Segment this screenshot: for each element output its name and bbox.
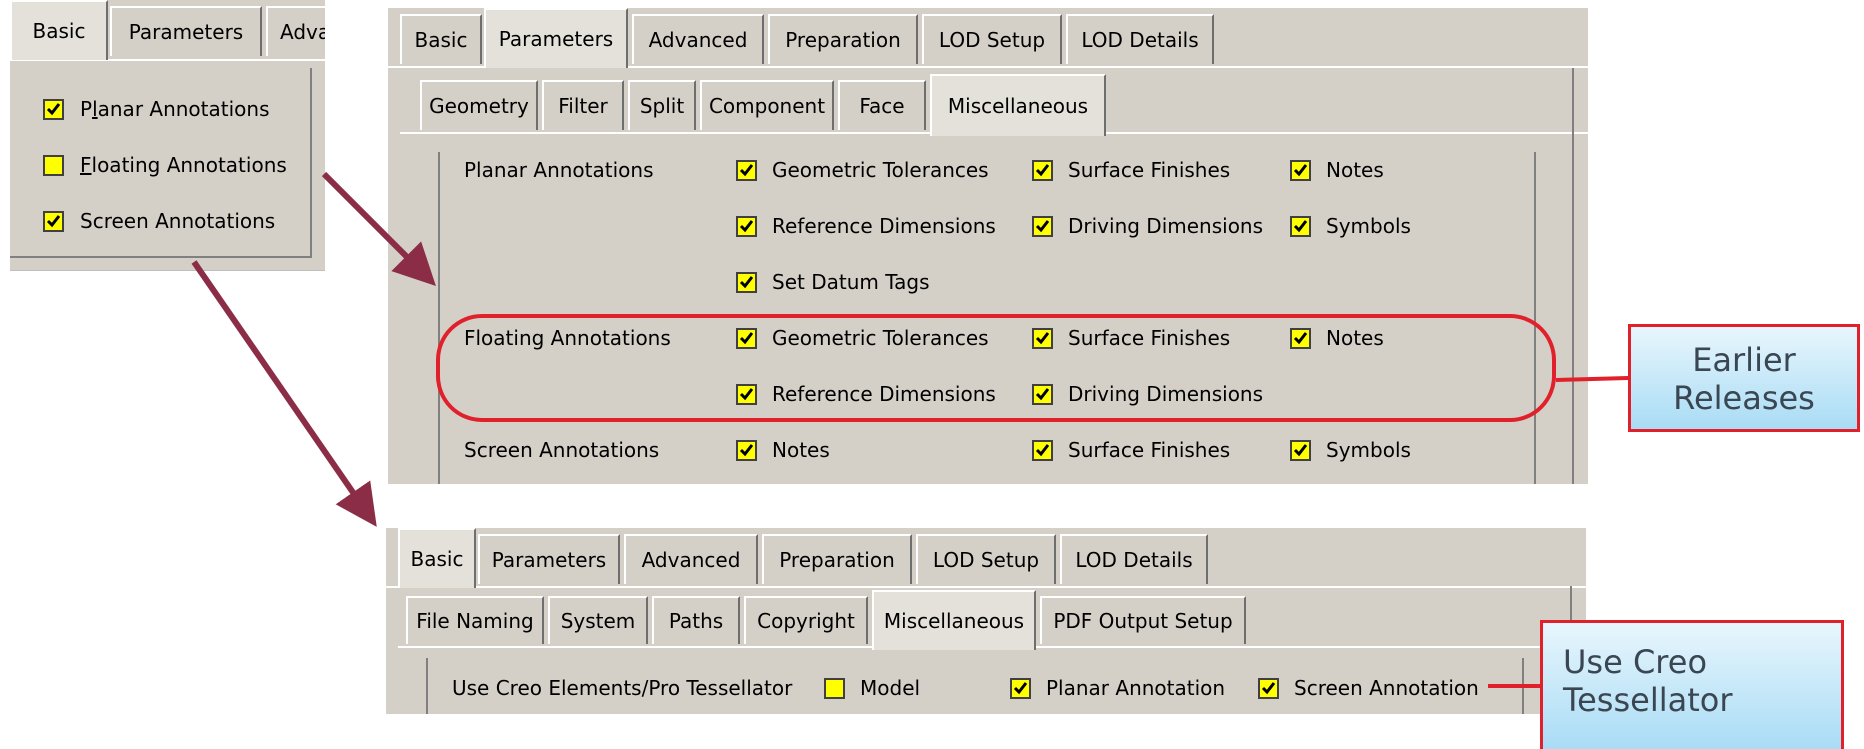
subtab-filter[interactable]: Filter <box>542 80 624 130</box>
model-checkbox[interactable] <box>824 678 845 699</box>
screen-notes-checkbox[interactable] <box>736 440 757 461</box>
check-icon <box>1035 164 1050 177</box>
planar-annotation-checkbox[interactable] <box>1010 678 1031 699</box>
check-icon <box>1293 220 1308 233</box>
screen-surface-finishes-checkbox[interactable] <box>1032 440 1053 461</box>
screen-annotations-label: Screen Annotations <box>80 209 276 233</box>
screen-annotation-checkbox[interactable] <box>1258 678 1279 699</box>
check-icon <box>739 164 754 177</box>
tab-lod-setup[interactable]: LOD Setup <box>922 14 1062 64</box>
planar-annotation-label: Planar Annotation <box>1046 676 1226 700</box>
planar-reference-dimensions-label: Reference Dimensions <box>772 214 996 238</box>
planar-reference-dimensions-checkbox[interactable] <box>736 216 757 237</box>
subtab-paths[interactable]: Paths <box>652 596 740 644</box>
check-icon <box>1013 682 1028 695</box>
subtab-pdf-output-setup[interactable]: PDF Output Setup <box>1040 596 1246 644</box>
planar-annotations-checkbox[interactable] <box>43 99 64 120</box>
planar-surface-finishes-label: Surface Finishes <box>1068 158 1231 182</box>
tab-lod-setup[interactable]: LOD Setup <box>916 534 1056 584</box>
tab-lod-details[interactable]: LOD Details <box>1060 534 1208 584</box>
tab-lod-details[interactable]: LOD Details <box>1066 14 1214 64</box>
check-icon <box>1035 444 1050 457</box>
check-icon <box>46 215 61 228</box>
subtab-copyright[interactable]: Copyright <box>744 596 868 644</box>
floating-row-highlight <box>436 314 1556 422</box>
check-icon <box>739 444 754 457</box>
screen-surface-finishes-label: Surface Finishes <box>1068 438 1231 462</box>
floating-annotations-label: Floating Annotations <box>80 153 287 177</box>
subtab-face[interactable]: Face <box>838 80 926 130</box>
planar-set-datum-tags-checkbox[interactable] <box>736 272 757 293</box>
planar-driving-dimensions-checkbox[interactable] <box>1032 216 1053 237</box>
planar-annotations-label: Planar Annotations <box>464 158 654 182</box>
check-icon <box>46 103 61 116</box>
check-icon <box>739 220 754 233</box>
planar-geometric-tolerances-label: Geometric Tolerances <box>772 158 989 182</box>
screen-annotation-label: Screen Annotation <box>1294 676 1479 700</box>
subtab-system[interactable]: System <box>548 596 648 644</box>
use-tessellator-label: Use Creo Elements/Pro Tessellator <box>452 676 793 700</box>
screen-annotations-checkbox[interactable] <box>43 211 64 232</box>
current-release-panel: Basic Parameters Advanced Preparation LO… <box>386 528 1586 714</box>
tab-basic[interactable]: Basic <box>398 528 476 588</box>
subtab-split[interactable]: Split <box>628 80 696 130</box>
tab-advanced-partial[interactable]: Adva <box>266 6 325 56</box>
check-icon <box>1293 164 1308 177</box>
subtab-miscellaneous[interactable]: Miscellaneous <box>930 74 1106 136</box>
tab-parameters[interactable]: Parameters <box>110 6 262 56</box>
screen-notes-label: Notes <box>772 438 830 462</box>
tab-basic[interactable]: Basic <box>400 14 482 64</box>
floating-annotations-checkbox[interactable] <box>43 155 64 176</box>
planar-symbols-checkbox[interactable] <box>1290 216 1311 237</box>
screen-symbols-label: Symbols <box>1326 438 1411 462</box>
tab-advanced[interactable]: Advanced <box>624 534 758 584</box>
tab-parameters[interactable]: Parameters <box>478 534 620 584</box>
tab-advanced[interactable]: Advanced <box>632 14 764 64</box>
subtab-geometry[interactable]: Geometry <box>420 80 538 130</box>
planar-symbols-label: Symbols <box>1326 214 1411 238</box>
planar-surface-finishes-checkbox[interactable] <box>1032 160 1053 181</box>
check-icon <box>739 276 754 289</box>
check-icon <box>1261 682 1276 695</box>
tab-parameters[interactable]: Parameters <box>484 8 628 68</box>
arrow-to-current-panel <box>191 260 377 527</box>
subtab-miscellaneous[interactable]: Miscellaneous <box>872 590 1036 650</box>
planar-annotations-label: Planar Annotations <box>80 97 270 121</box>
screen-symbols-checkbox[interactable] <box>1290 440 1311 461</box>
tab-basic[interactable]: Basic <box>10 0 108 60</box>
check-icon <box>1035 220 1050 233</box>
use-creo-tessellator-callout: Use Creo Tessellator <box>1540 620 1844 749</box>
planar-driving-dimensions-label: Driving Dimensions <box>1068 214 1264 238</box>
check-icon <box>1293 444 1308 457</box>
subtab-component[interactable]: Component <box>700 80 834 130</box>
planar-geometric-tolerances-checkbox[interactable] <box>736 160 757 181</box>
earlier-releases-callout: Earlier Releases <box>1628 324 1860 432</box>
tab-preparation[interactable]: Preparation <box>768 14 918 64</box>
tab-preparation[interactable]: Preparation <box>762 534 912 584</box>
planar-notes-checkbox[interactable] <box>1290 160 1311 181</box>
model-label: Model <box>860 676 921 700</box>
small-settings-panel: Basic Parameters Adva Planar Annotations… <box>10 0 325 271</box>
planar-set-datum-tags-label: Set Datum Tags <box>772 270 930 294</box>
planar-notes-label: Notes <box>1326 158 1384 182</box>
subtab-file-naming[interactable]: File Naming <box>406 596 544 644</box>
screen-annotations-label: Screen Annotations <box>464 438 660 462</box>
